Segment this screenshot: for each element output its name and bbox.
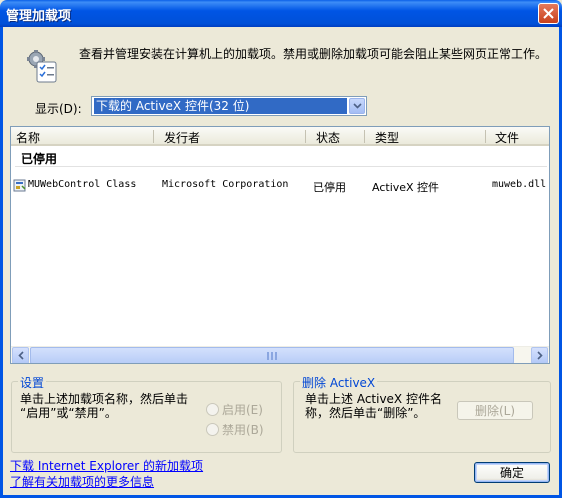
scroll-left-button[interactable] bbox=[12, 347, 29, 363]
enable-radio-label: 启用(E) bbox=[222, 403, 263, 417]
show-dropdown[interactable]: 下载的 ActiveX 控件(32 位) bbox=[91, 96, 367, 116]
table-row[interactable]: MUWebControl Class Microsoft Corporation… bbox=[11, 177, 549, 195]
chevron-left-icon bbox=[17, 351, 24, 360]
chevron-down-icon bbox=[352, 103, 362, 109]
show-dropdown-value: 下载的 ActiveX 控件(32 位) bbox=[94, 98, 347, 114]
group-divider bbox=[15, 166, 547, 167]
enable-radio[interactable]: 启用(E) bbox=[206, 401, 263, 418]
window-title: 管理加载项 bbox=[6, 9, 72, 24]
list-header: 名称 发行者 状态 类型 文件 bbox=[11, 127, 549, 146]
addon-manager-icon bbox=[27, 50, 57, 83]
intro-text: 查看并管理安装在计算机上的加载项。禁用或删除加载项可能会阻止某些网页正常工作。 bbox=[79, 47, 548, 61]
disable-radio[interactable]: 禁用(B) bbox=[206, 421, 264, 438]
download-addons-link[interactable]: 下载 Internet Explorer 的新加载项 bbox=[10, 457, 203, 474]
column-separator[interactable] bbox=[153, 130, 154, 143]
dropdown-arrow-button[interactable] bbox=[349, 98, 365, 114]
group-label-disabled: 已停用 bbox=[21, 152, 58, 166]
row-publisher: Microsoft Corporation bbox=[162, 179, 289, 190]
settings-group: 设置 单击上述加载项名称，然后单击 “启用”或“禁用”。 启用(E) 禁用(B) bbox=[11, 374, 282, 453]
settings-group-title: 设置 bbox=[18, 374, 47, 391]
disable-radio-label: 禁用(B) bbox=[222, 423, 264, 437]
ok-button[interactable]: 确定 bbox=[474, 462, 550, 483]
column-separator[interactable] bbox=[305, 130, 306, 143]
scroll-right-button[interactable] bbox=[531, 347, 548, 363]
delete-text-line-2: 称，然后单击“删除”。 bbox=[305, 406, 426, 420]
activex-control-icon bbox=[13, 179, 26, 192]
column-name[interactable]: 名称 bbox=[16, 129, 40, 146]
delete-activex-group: 删除 ActiveX 单击上述 ActiveX 控件名 称，然后单击“删除”。 … bbox=[293, 374, 551, 453]
delete-text-line-1: 单击上述 ActiveX 控件名 bbox=[305, 392, 442, 406]
radio-circle bbox=[206, 423, 219, 436]
row-status: 已停用 bbox=[313, 181, 346, 194]
column-status[interactable]: 状态 bbox=[316, 129, 340, 146]
column-separator[interactable] bbox=[364, 130, 365, 143]
settings-text-line-2: “启用”或“禁用”。 bbox=[20, 406, 117, 420]
column-type[interactable]: 类型 bbox=[375, 129, 399, 146]
title-bar: 管理加载项 bbox=[0, 0, 562, 27]
row-type: ActiveX 控件 bbox=[372, 181, 440, 194]
column-publisher[interactable]: 发行者 bbox=[164, 129, 200, 146]
chevron-right-icon bbox=[536, 351, 543, 360]
scroll-thumb[interactable] bbox=[30, 347, 514, 363]
horizontal-scrollbar[interactable] bbox=[11, 346, 549, 363]
delete-button[interactable]: 删除(L) bbox=[457, 401, 533, 420]
show-label: 显示(D): bbox=[35, 102, 82, 116]
scroll-grip bbox=[267, 352, 279, 360]
row-file: muweb.dll bbox=[492, 179, 547, 190]
settings-text-line-1: 单击上述加载项名称，然后单击 bbox=[20, 392, 189, 406]
learn-more-link[interactable]: 了解有关加载项的更多信息 bbox=[10, 473, 154, 490]
column-file[interactable]: 文件 bbox=[495, 129, 519, 146]
close-icon bbox=[543, 8, 554, 19]
radio-circle bbox=[206, 403, 219, 416]
column-separator[interactable] bbox=[485, 130, 486, 143]
row-name: MUWebControl Class bbox=[28, 179, 137, 190]
addon-list[interactable]: 名称 发行者 状态 类型 文件 已停用 MUWebControl Class M… bbox=[10, 126, 550, 364]
delete-group-title: 删除 ActiveX bbox=[300, 374, 378, 391]
close-button[interactable] bbox=[538, 3, 559, 24]
